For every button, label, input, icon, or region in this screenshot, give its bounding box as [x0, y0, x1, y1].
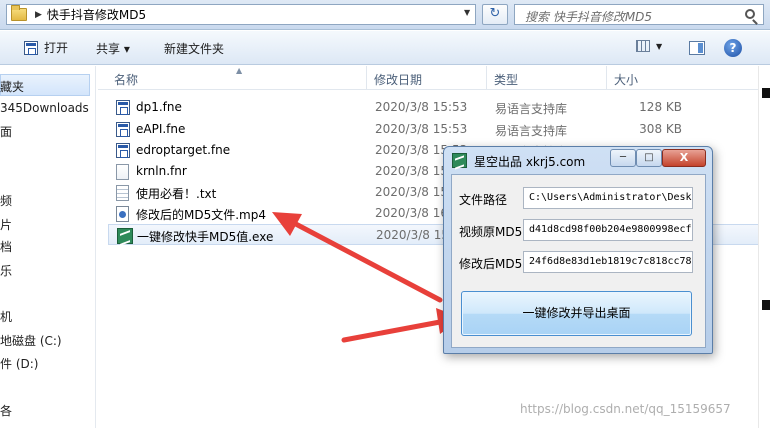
generic-file-icon — [116, 164, 129, 180]
dialog-titlebar[interactable]: 星空出品 xkrj5.com ─ □ X — [444, 147, 712, 173]
column-divider[interactable] — [486, 66, 487, 90]
file-name: krnln.fnr — [136, 164, 187, 178]
folder-icon — [11, 5, 27, 21]
file-type: 易语言支持库 — [495, 102, 568, 116]
breadcrumb-current[interactable]: 快手抖音修改MD5 — [47, 6, 146, 23]
open-button[interactable]: 打开 — [24, 39, 68, 56]
chevron-down-icon: ▼ — [656, 41, 663, 51]
nav-item-videos[interactable]: 频 — [0, 192, 12, 209]
search-icon[interactable] — [745, 9, 755, 19]
modify-and-export-button[interactable]: 一键修改并导出桌面 — [461, 291, 692, 336]
column-header-name[interactable]: 名称 — [114, 71, 138, 88]
file-name: 使用必看！.txt — [136, 187, 217, 201]
breadcrumb-chevron-icon[interactable]: ▶ — [35, 10, 42, 20]
file-row[interactable]: dp1.fne 2020/3/8 15:53 易语言支持库 128 KB — [108, 97, 768, 118]
file-row[interactable]: eAPI.fne 2020/3/8 15:53 易语言支持库 308 KB — [108, 119, 768, 140]
file-type: 易语言支持库 — [495, 124, 568, 138]
column-header-date[interactable]: 修改日期 — [374, 71, 422, 88]
file-name: dp1.fne — [136, 100, 182, 114]
nav-item-favorites[interactable]: 藏夹 — [0, 78, 24, 95]
column-header-row: ▲ 名称 修改日期 类型 大小 — [98, 66, 770, 90]
refresh-button[interactable]: ↻ — [482, 4, 508, 25]
nav-item-music[interactable]: 乐 — [0, 262, 12, 279]
fne-file-icon — [116, 100, 130, 115]
address-box[interactable]: ▶ 快手抖音修改MD5 — [6, 4, 476, 25]
file-name: 一键修改快手MD5值.exe — [137, 230, 274, 244]
file-name: eAPI.fne — [136, 122, 186, 136]
minimize-button[interactable]: ─ — [610, 149, 636, 167]
background-window-edge — [758, 66, 770, 428]
nav-item-downloads[interactable]: 345Downloads — [0, 101, 89, 115]
nav-item-desktop[interactable]: 面 — [0, 123, 12, 140]
modified-md5-field[interactable]: 24f6d8e83d1eb1819c7c818cc78 — [523, 251, 693, 273]
column-divider[interactable] — [606, 66, 607, 90]
view-grid-icon — [636, 40, 650, 52]
open-label: 打开 — [44, 41, 69, 55]
fne-file-icon — [116, 143, 130, 158]
background-window-mark — [762, 88, 770, 98]
maximize-button[interactable]: □ — [636, 149, 662, 167]
search-placeholder: 搜索 快手抖音修改MD5 — [525, 10, 653, 24]
column-header-type[interactable]: 类型 — [494, 71, 518, 88]
text-file-icon — [116, 185, 129, 201]
modified-md5-label: 修改后MD5 — [459, 257, 523, 271]
file-date: 2020/3/8 16 — [375, 206, 448, 220]
file-size: 308 KB — [639, 122, 682, 136]
md5-modifier-dialog: 星空出品 xkrj5.com ─ □ X 文件路径 C:\Users\Admin… — [443, 146, 713, 354]
close-button[interactable]: X — [662, 149, 706, 167]
toolbar: 打开 共享 ▾ 新建文件夹 ▼ ? — [0, 31, 770, 65]
original-md5-label: 视频原MD5 — [459, 225, 523, 239]
file-date: 2020/3/8 15:53 — [375, 122, 468, 136]
column-header-size[interactable]: 大小 — [614, 71, 638, 88]
nav-item-computer[interactable]: 机 — [0, 308, 12, 325]
dialog-body: 文件路径 C:\Users\Administrator\Deskt 视频原MD5… — [451, 174, 706, 348]
file-date: 2020/3/8 15: — [375, 185, 453, 199]
nav-item-pictures[interactable]: 片 — [0, 216, 12, 233]
search-input[interactable]: 搜索 快手抖音修改MD5 — [514, 4, 764, 25]
exe-app-icon — [117, 228, 133, 244]
fne-file-icon — [116, 122, 130, 137]
file-path-field[interactable]: C:\Users\Administrator\Deskt — [523, 187, 693, 209]
share-button[interactable]: 共享 ▾ — [96, 40, 130, 57]
address-bar: ▶ 快手抖音修改MD5 ▼ ↻ 搜索 快手抖音修改MD5 — [0, 0, 770, 30]
preview-pane-icon[interactable] — [689, 41, 705, 55]
nav-item-documents[interactable]: 档 — [0, 238, 12, 255]
column-divider[interactable] — [366, 66, 367, 90]
watermark: https://blog.csdn.net/qq_15159657 — [520, 402, 731, 416]
app-logo-icon — [452, 153, 467, 168]
original-md5-field[interactable]: d41d8cd98f00b204e9800998ecf8 — [523, 219, 693, 241]
dialog-title: 星空出品 xkrj5.com — [474, 155, 586, 169]
nav-item-drive-c[interactable]: 地磁盘 (C:) — [0, 332, 62, 349]
navigation-pane: 藏夹 345Downloads 面 频 片 档 乐 机 地磁盘 (C:) 件 (… — [0, 66, 96, 428]
file-name: edroptarget.fne — [136, 143, 231, 157]
file-date: 2020/3/8 15: — [376, 228, 454, 242]
view-options-button[interactable]: ▼ — [636, 40, 662, 52]
address-dropdown-icon[interactable]: ▼ — [464, 8, 470, 17]
background-window-mark — [762, 300, 770, 310]
file-size: 128 KB — [639, 100, 682, 114]
nav-item-network[interactable]: 各 — [0, 402, 12, 419]
help-icon[interactable]: ? — [724, 39, 742, 57]
file-path-label: 文件路径 — [459, 193, 508, 207]
video-file-icon — [116, 206, 129, 222]
sort-ascending-icon: ▲ — [236, 66, 243, 75]
open-app-icon — [24, 40, 38, 55]
new-folder-button[interactable]: 新建文件夹 — [164, 40, 224, 57]
nav-item-drive-d[interactable]: 件 (D:) — [0, 355, 38, 372]
file-name: 修改后的MD5文件.mp4 — [136, 208, 266, 222]
file-date: 2020/3/8 15:53 — [375, 100, 468, 114]
